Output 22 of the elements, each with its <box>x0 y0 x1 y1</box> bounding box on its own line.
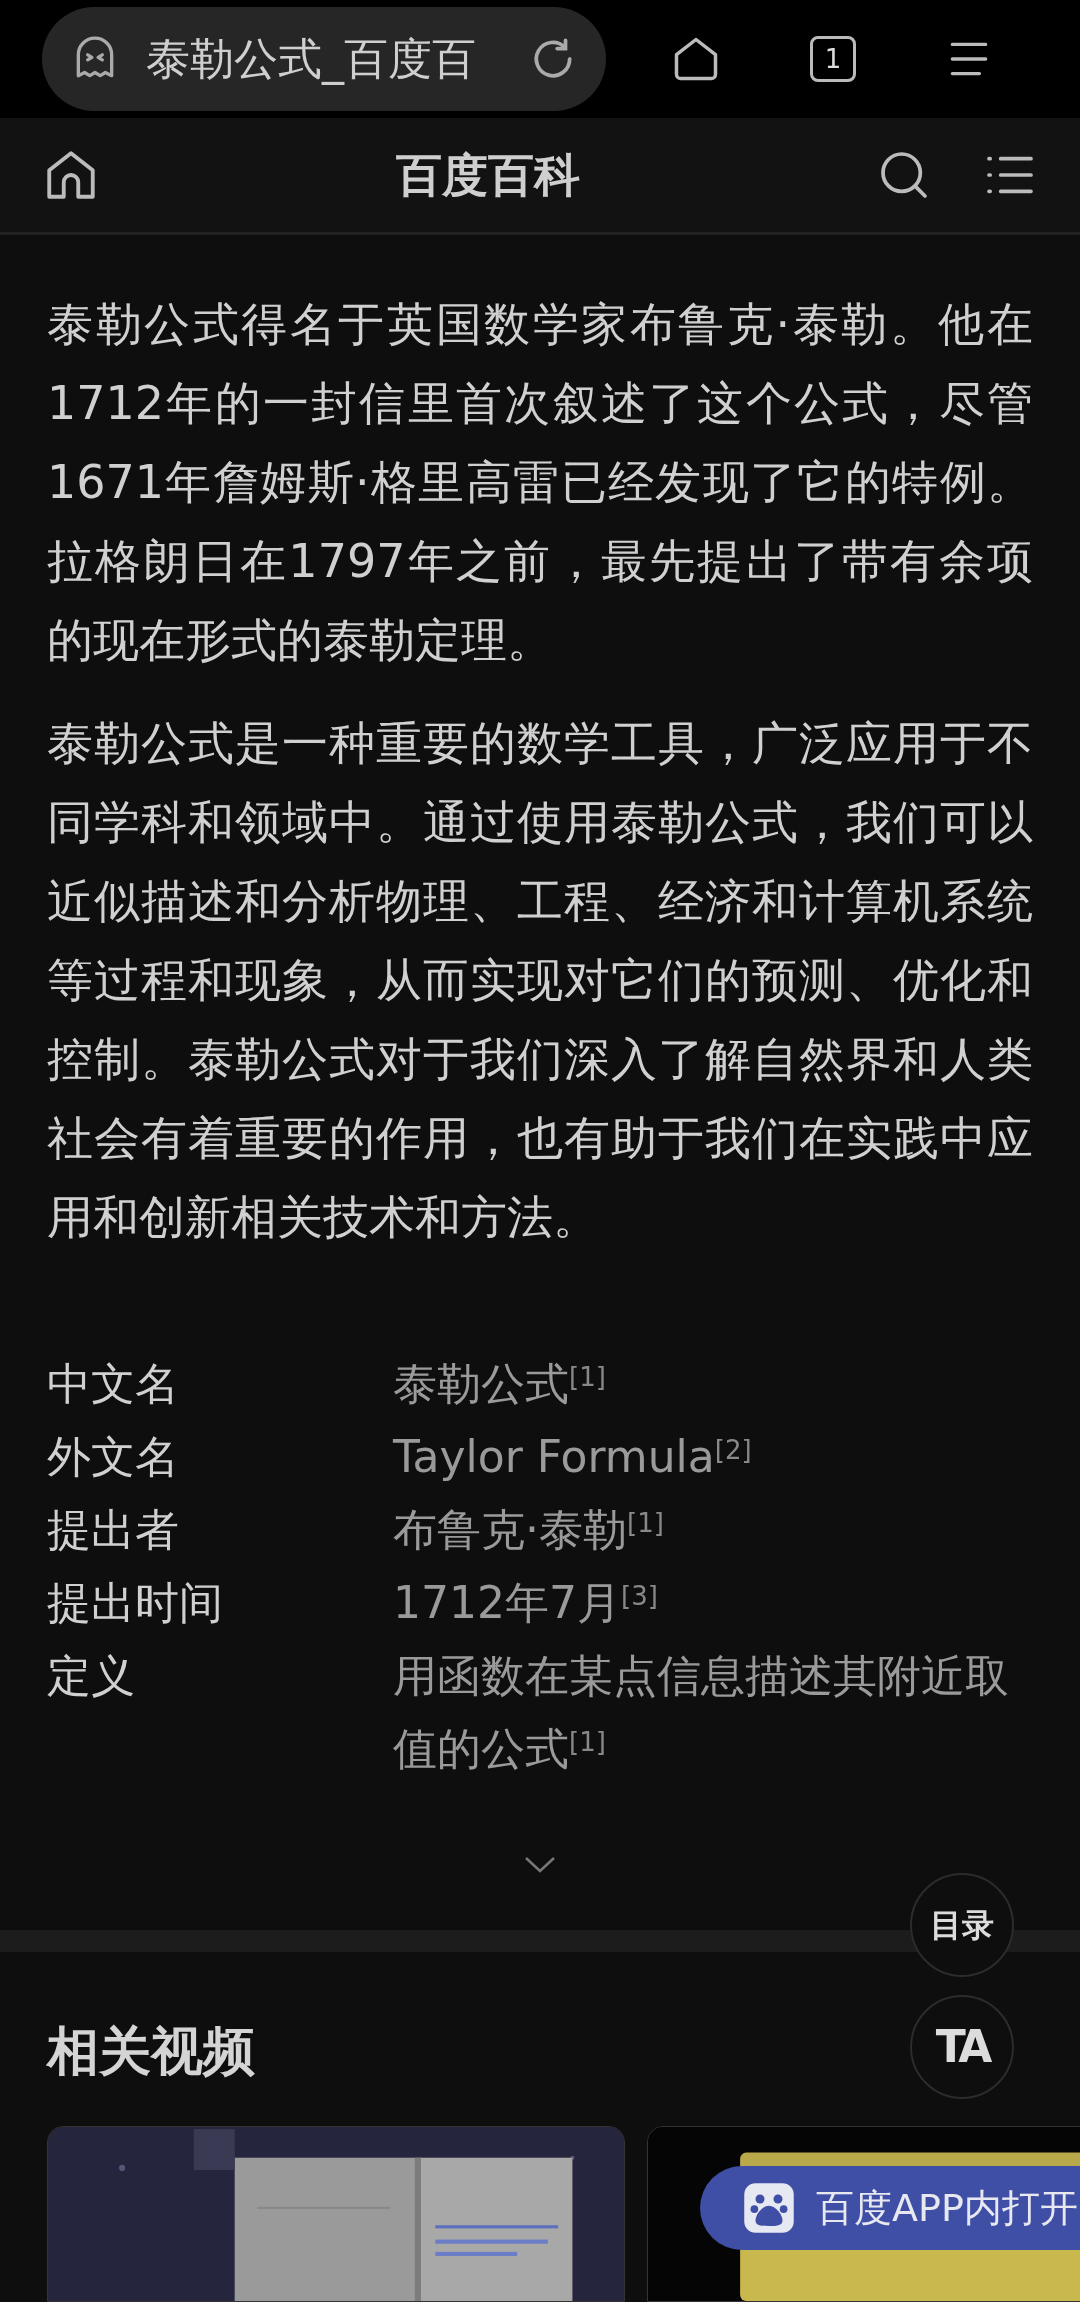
address-bar[interactable]: 泰勒公式_百度百 <box>42 7 606 111</box>
info-label: 提出者 <box>47 1503 180 1557</box>
info-value: 泰勒公式$^{[1]}$ <box>393 1357 607 1411</box>
info-label: 外文名 <box>47 1430 180 1484</box>
paragraph: 泰勒公式是一种重要的数学工具，广泛应用于不同学科和领域中。通过使用泰勒公式，我们可以近似描述和分析物理、工程、经济和计算机系统等过程和现象，从而实现对它们的预测、优化和控制。泰勒公式对于我们深入了解自然界和人类社会有着重要的作用，也有助于我们在实践中应用和创新相关技术和方法。 <box>47 715 1033 1246</box>
info-label: 提出时间 <box>47 1576 224 1630</box>
ta-button[interactable]: TA <box>910 1995 1014 2099</box>
paragraph: 泰勒公式得名于英国数学家布鲁克·泰勒。他在1712年的一封信里首次叙述了这个公式，尽管1671年詹姆斯·格里高雷已经发现了它的特例。拉格朗日在1797年之前，最先提出了带有余项的现在形式的泰勒定理。 <box>47 296 1033 669</box>
header-title: 百度百科 <box>396 146 580 204</box>
info-label: 定义 <box>47 1649 136 1703</box>
info-value: 用函数在某点信息描述其附近取值的公式$^{[1]}$ <box>393 1649 1010 1776</box>
chevron-down-icon[interactable] <box>523 1855 557 1875</box>
info-value: 布鲁克·泰勒$^{[1]}$ <box>393 1503 665 1557</box>
info-label: 中文名 <box>47 1357 180 1411</box>
paw-icon <box>742 2181 796 2235</box>
page-title: 泰勒公式_百度百 <box>146 32 477 87</box>
contents-button[interactable]: 目录 <box>910 1873 1014 1977</box>
open-in-app-button[interactable]: 百度APP内打开 <box>700 2166 1080 2250</box>
info-value: 1712年7月$^{[3]}$ <box>393 1576 659 1630</box>
tab-count-button[interactable]: 1 <box>810 36 856 82</box>
info-value: Taylor Formula$^{[2]}$ <box>393 1430 753 1484</box>
section-title: 相关视频 <box>47 2021 255 2081</box>
